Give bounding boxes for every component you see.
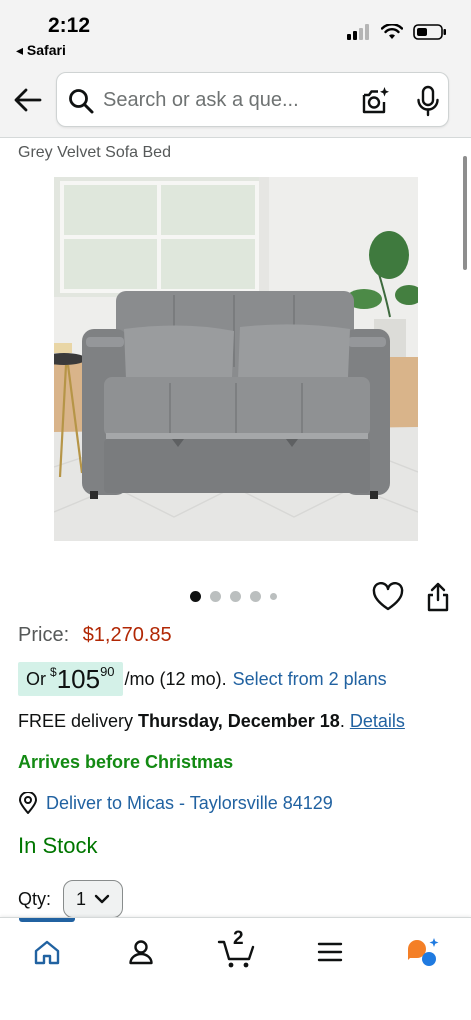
quantity-row: Qty: 1: [18, 880, 124, 918]
search-box[interactable]: [56, 72, 449, 127]
back-to-safari-link[interactable]: ◂ Safari: [16, 42, 66, 59]
menu-icon: [317, 942, 343, 962]
nav-menu[interactable]: [310, 932, 350, 972]
select-plans-link[interactable]: Select from 2 plans: [233, 669, 387, 690]
camera-lens-icon[interactable]: [359, 85, 391, 117]
status-time: 2:12: [48, 14, 91, 37]
price-value: $1,270.85: [82, 624, 172, 646]
microphone-icon[interactable]: [415, 85, 441, 117]
chevron-down-icon: [94, 894, 110, 904]
status-icons: [347, 24, 447, 40]
delivery-row: FREE delivery Thursday, December 18. Det…: [18, 711, 405, 732]
carousel-dot[interactable]: [270, 593, 277, 600]
status-bar: 2:12 ◂ Safari: [0, 0, 471, 64]
carousel-dot[interactable]: [230, 591, 241, 602]
image-carousel-dots[interactable]: [190, 591, 277, 602]
delivery-details-link[interactable]: Details: [350, 711, 405, 731]
home-icon: [34, 940, 60, 965]
delivery-date: Thursday, December 18: [138, 711, 340, 731]
monthly-cents: 90: [100, 663, 115, 679]
product-image[interactable]: [54, 177, 418, 541]
carousel-dot[interactable]: [210, 591, 221, 602]
nav-account[interactable]: [121, 932, 161, 972]
search-icon: [69, 89, 94, 114]
active-tab-indicator: [19, 918, 75, 922]
price-row: Price: $1,270.85: [18, 624, 172, 647]
quantity-select[interactable]: 1: [63, 880, 124, 918]
back-arrow-icon[interactable]: [12, 84, 44, 116]
search-header: [0, 64, 471, 138]
monthly-payment-badge: Or $ 105 90: [18, 662, 123, 696]
monthly-or: Or: [26, 668, 46, 689]
deliver-to-text: Deliver to Micas - Taylorsville 84129: [46, 792, 333, 813]
delivery-prefix: FREE delivery: [18, 711, 134, 731]
monthly-currency: $: [50, 665, 57, 679]
monthly-term: /mo (12 mo).: [124, 668, 227, 689]
product-title: Grey Velvet Sofa Bed: [18, 144, 171, 161]
signal-icon: [347, 24, 369, 40]
heart-icon[interactable]: [372, 582, 404, 612]
location-pin-icon: [19, 792, 37, 814]
carousel-dot[interactable]: [190, 591, 201, 602]
cart-count: 2: [233, 928, 244, 949]
delivery-period: .: [339, 711, 345, 731]
nav-home[interactable]: [27, 932, 67, 972]
rufus-ai-icon: [408, 938, 439, 966]
bottom-navigation: 2: [0, 917, 471, 1020]
monthly-payment-row: Or $ 105 90 /mo (12 mo). Select from 2 p…: [18, 662, 387, 696]
sofa-bed-photo: [54, 177, 418, 541]
stock-status: In Stock: [18, 833, 98, 858]
deliver-to-location-link[interactable]: Deliver to Micas - Taylorsville 84129: [18, 792, 333, 814]
quantity-label: Qty:: [18, 888, 52, 909]
wifi-icon: [381, 24, 403, 39]
monthly-dollars: 105: [56, 663, 101, 694]
nav-rufus[interactable]: [402, 932, 442, 972]
arrives-before-christmas: Arrives before Christmas: [18, 752, 234, 772]
search-input[interactable]: [103, 83, 348, 117]
account-icon: [129, 940, 153, 965]
quantity-value: 1: [76, 888, 87, 909]
carousel-dot[interactable]: [250, 591, 261, 602]
scrollbar[interactable]: [463, 156, 467, 270]
nav-cart[interactable]: 2: [213, 928, 261, 972]
share-icon[interactable]: [426, 582, 450, 612]
battery-icon: [413, 24, 446, 40]
price-label: Price:: [18, 624, 70, 646]
